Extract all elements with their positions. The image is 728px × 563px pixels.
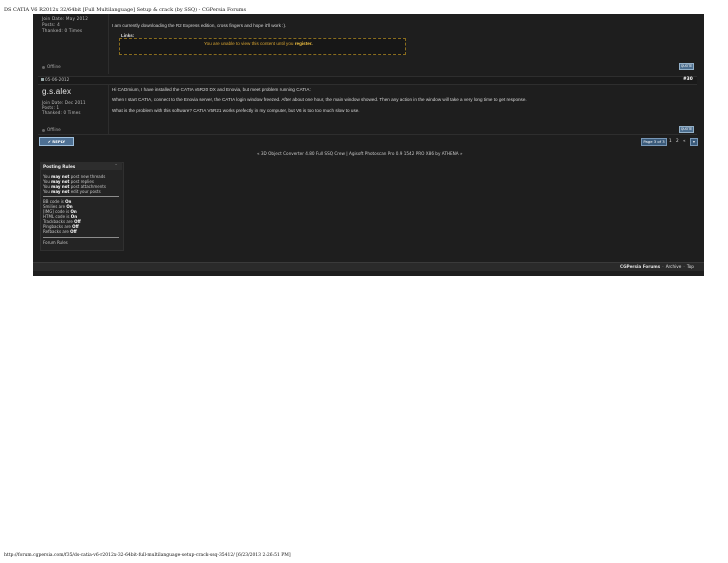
offline-status-icon bbox=[42, 128, 45, 132]
page-link-2[interactable]: 2 bbox=[676, 138, 679, 143]
collapse-icon[interactable]: – bbox=[115, 163, 117, 168]
thread-navigation[interactable]: « 3D Object Converter 4.80 Full SSQ Crew… bbox=[257, 151, 463, 156]
prev-post-status: Offline bbox=[42, 64, 61, 69]
footer-separator: - bbox=[683, 264, 685, 269]
print-footer-url: http://forum.cgpersia.com/f35/ds-catia-v… bbox=[4, 553, 291, 558]
column-separator bbox=[108, 14, 109, 74]
post-status-icon bbox=[41, 78, 44, 81]
post-userinfo: g.s.alex Join Date: Dec 2011 Posts: 1 Th… bbox=[42, 86, 86, 115]
rules-divider bbox=[43, 196, 119, 197]
column-separator bbox=[108, 84, 109, 134]
rules-divider bbox=[43, 237, 119, 238]
username-link[interactable]: g.s.alex bbox=[42, 86, 86, 97]
prev-post-userinfo: Join Date: May 2012 Posts: 4 Thanked: 0 … bbox=[42, 16, 88, 34]
hidden-links-notice: You are unable to view this content unti… bbox=[204, 41, 313, 46]
page-link-1[interactable]: 1 bbox=[669, 138, 672, 143]
post-message-line-2: When I start CATIA, connect to the Enovi… bbox=[112, 97, 527, 102]
page-indicator[interactable]: Page 3 of 3 bbox=[641, 138, 667, 146]
register-link[interactable]: register. bbox=[295, 41, 313, 46]
post-header-bar bbox=[38, 76, 697, 85]
notice-text: You are unable to view this content unti… bbox=[204, 41, 294, 46]
post-message-line-3: What is the problem with this software? … bbox=[112, 108, 360, 113]
status-text: Offline bbox=[47, 127, 61, 132]
post-divider bbox=[38, 134, 697, 135]
archive-link[interactable]: Archive bbox=[666, 264, 682, 269]
reply-button[interactable]: ✔ REPLY bbox=[39, 137, 74, 146]
post-number-link[interactable]: #30 bbox=[683, 77, 693, 82]
code-rule-line: Refbacks are Off bbox=[43, 229, 77, 234]
footer-separator: - bbox=[662, 264, 664, 269]
thanked-count: Thanked: 0 Times bbox=[42, 28, 83, 33]
status-text: Offline bbox=[47, 64, 61, 69]
posting-rules-title: Posting Rules bbox=[43, 164, 76, 169]
offline-status-icon bbox=[42, 65, 45, 69]
print-header-title: DS CATIA V6 R2012x 32/64bit [Full Multil… bbox=[4, 7, 247, 13]
post-status: Offline bbox=[42, 127, 61, 132]
post-date: 05-06-2012 bbox=[45, 77, 70, 82]
forum-home-link[interactable]: CGPersia Forums bbox=[620, 264, 660, 269]
prev-quote-button[interactable]: QUOTE bbox=[679, 63, 694, 70]
footer-bar bbox=[33, 262, 704, 271]
thanked-count: Thanked: 0 Times bbox=[42, 110, 81, 115]
quote-button[interactable]: QUOTE bbox=[679, 126, 694, 133]
footer-links: CGPersia Forums - Archive - Top bbox=[620, 264, 694, 269]
forum-rules-link[interactable]: Forum Rules bbox=[43, 240, 68, 245]
rule-line: You may not edit your posts bbox=[43, 189, 101, 194]
post-message-line-1: Hi CADmium, I have installed the CATIA v… bbox=[112, 87, 311, 92]
pager-dropdown[interactable]: ▾ bbox=[690, 138, 698, 146]
prev-post-message: I am currently downloading the R2 Expres… bbox=[112, 23, 287, 28]
top-link[interactable]: Top bbox=[687, 264, 694, 269]
pager-prev-link[interactable]: « bbox=[683, 138, 686, 143]
